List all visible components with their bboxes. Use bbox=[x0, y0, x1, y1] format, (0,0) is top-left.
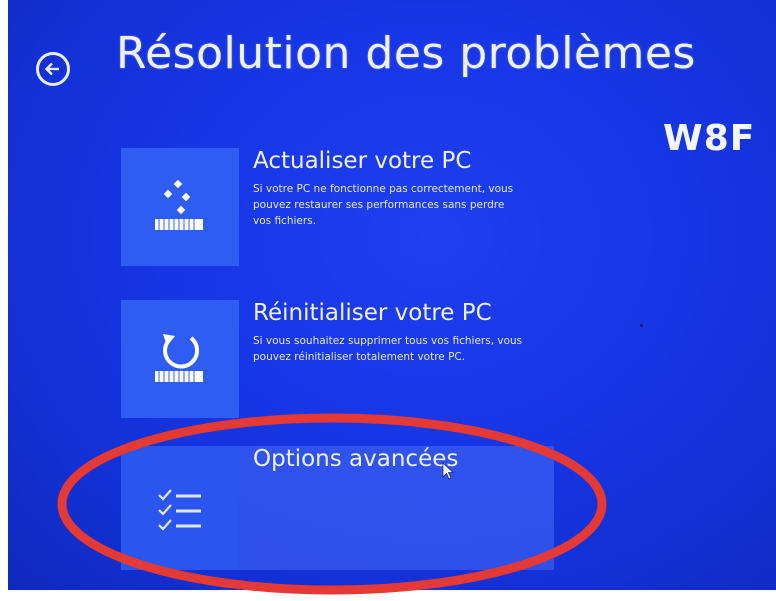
option-title: Options avancées bbox=[253, 446, 459, 472]
option-reset-pc[interactable]: Réinitialiser votre PC Si vous souhaitez… bbox=[121, 300, 541, 422]
option-description: Si vous souhaitez supprimer tous vos fic… bbox=[253, 335, 523, 363]
option-tile bbox=[121, 300, 239, 418]
photo-frame: Résolution des problèmes W8F Actualiser … bbox=[0, 0, 776, 601]
back-button[interactable] bbox=[36, 52, 70, 86]
watermark-text: W8F bbox=[663, 118, 756, 159]
option-tile bbox=[121, 446, 239, 570]
option-title: Actualiser votre PC bbox=[253, 148, 472, 174]
option-title: Réinitialiser votre PC bbox=[253, 300, 492, 326]
option-advanced[interactable]: Options avancées bbox=[121, 446, 541, 570]
reset-pc-icon bbox=[155, 334, 203, 382]
option-description: Si votre PC ne fonctionne pas correcteme… bbox=[253, 183, 514, 227]
advanced-options-checklist-icon bbox=[158, 489, 201, 531]
option-refresh-pc[interactable]: Actualiser votre PC Si votre PC ne fonct… bbox=[121, 148, 541, 270]
troubleshoot-screen: Résolution des problèmes W8F Actualiser … bbox=[8, 0, 776, 590]
screen-speck bbox=[640, 324, 643, 327]
refresh-pc-icon bbox=[155, 179, 203, 230]
page-title: Résolution des problèmes bbox=[116, 28, 696, 79]
mouse-pointer-icon bbox=[442, 462, 454, 480]
option-tile bbox=[121, 148, 239, 266]
back-arrow-icon bbox=[44, 62, 59, 76]
